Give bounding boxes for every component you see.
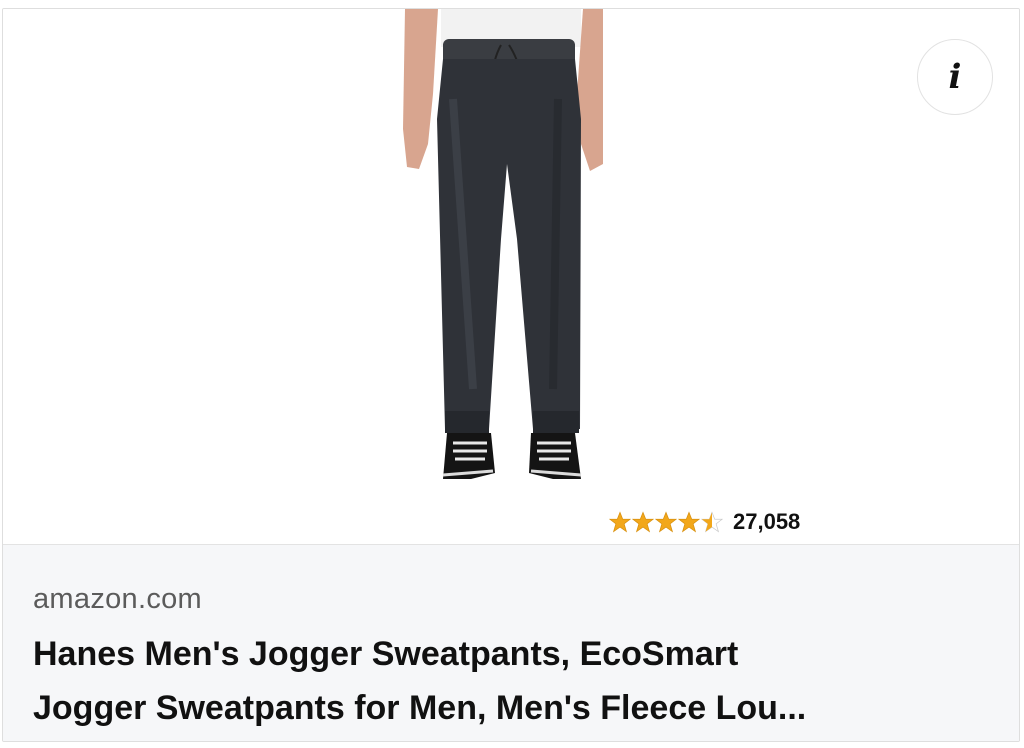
star-rating — [609, 511, 724, 533]
star-icon-1 — [609, 511, 631, 533]
product-title-line-2: Jogger Sweatpants for Men, Men's Fleece … — [33, 689, 807, 727]
review-count: 27,058 — [733, 509, 801, 534]
product-image-area[interactable]: i 27,058 — [3, 9, 1019, 544]
product-image[interactable] — [393, 9, 603, 479]
info-button[interactable]: i — [917, 39, 993, 115]
product-title-line-1: Hanes Men's Jogger Sweatpants, EcoSmart — [33, 635, 739, 673]
source-domain: amazon.com — [33, 583, 203, 615]
star-icon-2 — [632, 511, 654, 533]
star-icon-4 — [678, 511, 700, 533]
card-footer[interactable]: amazon.com Hanes Men's Jogger Sweatpants… — [3, 544, 1019, 741]
star-icon-3 — [655, 511, 677, 533]
star-half-icon — [701, 511, 723, 533]
product-card[interactable]: i 27,058 amazon.com Hanes Men's Jogger S… — [2, 8, 1020, 742]
rating: 27,058 — [609, 507, 800, 537]
product-title[interactable]: Hanes Men's Jogger Sweatpants, EcoSmart … — [33, 627, 993, 735]
info-icon: i — [948, 57, 962, 97]
